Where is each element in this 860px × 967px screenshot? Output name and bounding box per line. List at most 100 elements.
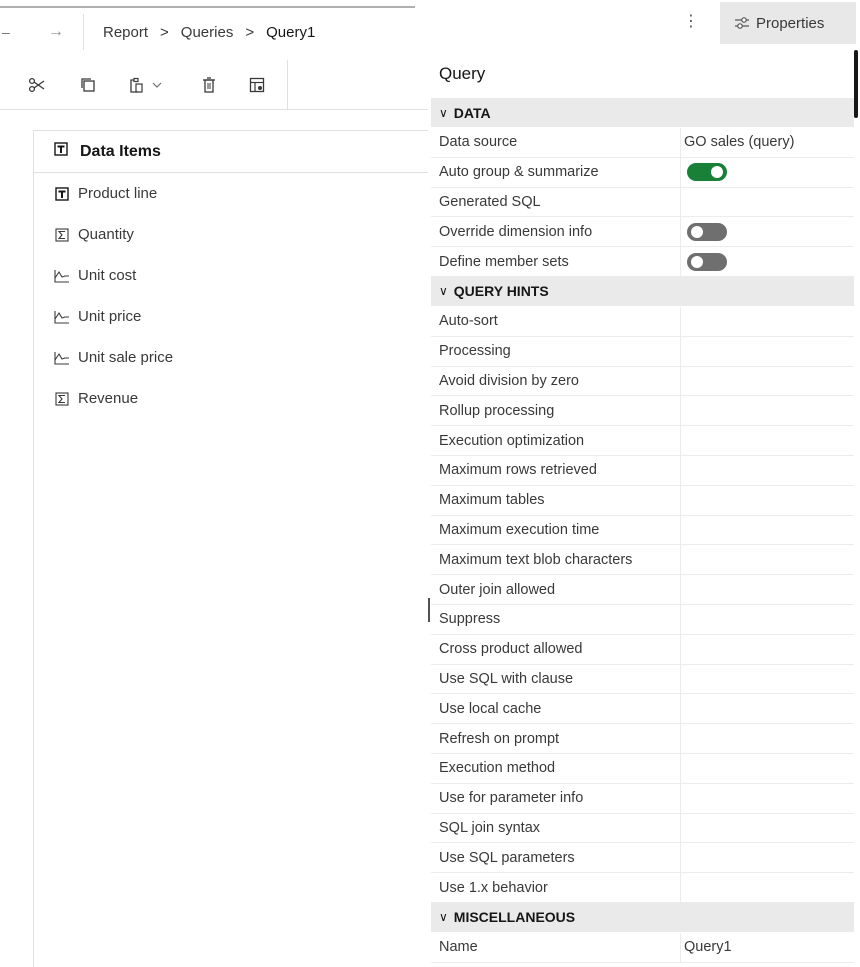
property-value[interactable] (681, 605, 854, 634)
property-value[interactable] (681, 367, 854, 396)
property-row-query-hint[interactable]: Refresh on prompt (431, 724, 854, 754)
property-value[interactable] (681, 486, 854, 515)
toolbar (0, 60, 428, 110)
property-key: Maximum text blob characters (431, 545, 681, 575)
property-row-query-hint[interactable]: SQL join syntax (431, 813, 854, 844)
property-value[interactable] (681, 873, 854, 902)
paste-icon[interactable] (125, 74, 147, 96)
breadcrumb-report[interactable]: Report (103, 24, 148, 41)
data-items-header: Data Items (34, 131, 428, 173)
property-row-query-hint[interactable]: Maximum text blob characters (431, 545, 854, 576)
property-key: Processing (431, 336, 681, 366)
data-item-unit-price[interactable]: Unit price (34, 296, 428, 337)
section-query-hints[interactable]: ∨ QUERY HINTS (431, 276, 854, 307)
property-row-auto-group[interactable]: Auto group & summarize (431, 157, 854, 188)
property-value[interactable] (681, 635, 854, 664)
forward-button[interactable]: → (48, 23, 64, 41)
property-value[interactable] (681, 426, 854, 455)
property-key: Refresh on prompt (431, 724, 681, 753)
overflow-menu-icon[interactable]: ⋮ (683, 14, 699, 36)
property-row-name[interactable]: Name Query1 (431, 932, 854, 963)
property-key: Generated SQL (431, 187, 681, 217)
copy-icon[interactable] (77, 74, 99, 96)
panel-resize-handle[interactable] (428, 598, 430, 622)
auto-group-toggle[interactable] (687, 163, 727, 182)
property-row-query-hint[interactable]: Use SQL parameters (431, 843, 854, 874)
property-row-query-hint[interactable]: Maximum rows retrieved (431, 455, 854, 486)
property-row-query-hint[interactable]: Execution optimization (431, 426, 854, 456)
property-row-query-hint[interactable]: Suppress (431, 604, 854, 635)
property-row-define-member-sets[interactable]: Define member sets (431, 247, 854, 277)
define-member-sets-toggle[interactable] (687, 252, 727, 271)
data-item-unit-cost[interactable]: Unit cost (34, 255, 428, 296)
property-value[interactable] (681, 694, 854, 723)
property-value[interactable] (681, 784, 854, 813)
property-key: SQL join syntax (431, 813, 681, 843)
property-value[interactable] (681, 516, 854, 545)
properties-label: Properties (756, 14, 825, 32)
property-row-query-hint[interactable]: Use local cache (431, 694, 854, 725)
property-value[interactable] (681, 396, 854, 425)
settings-adjust-icon (735, 17, 749, 29)
data-item-quantity[interactable]: Quantity (34, 214, 428, 255)
data-item-label: Product line (78, 185, 158, 202)
property-value[interactable]: GO sales (query) (681, 128, 854, 157)
property-row-generated-sql[interactable]: Generated SQL (431, 187, 854, 218)
data-item-editor-icon[interactable] (246, 74, 268, 96)
property-value[interactable] (681, 814, 854, 843)
property-row-query-hint[interactable]: Processing (431, 336, 854, 367)
property-row-query-hint[interactable]: Maximum execution time (431, 515, 854, 546)
breadcrumb-separator: > (245, 24, 255, 41)
property-row-query-hint[interactable]: Rollup processing (431, 396, 854, 427)
scrollbar-thumb[interactable] (854, 50, 858, 118)
section-miscellaneous[interactable]: ∨ MISCELLANEOUS (431, 902, 854, 933)
property-value[interactable]: Query1 (681, 933, 854, 962)
property-row-query-hint[interactable]: Cross product allowed (431, 634, 854, 665)
property-value[interactable] (681, 665, 854, 694)
property-key: Suppress (431, 604, 681, 634)
property-row-override-dimension[interactable]: Override dimension info (431, 217, 854, 248)
property-key: Execution optimization (431, 426, 681, 455)
property-value[interactable] (681, 188, 854, 217)
property-key: Use for parameter info (431, 783, 681, 813)
section-label: QUERY HINTS (453, 283, 549, 300)
top-bar: – → Report > Queries > Query1 ⋮ Properti… (0, 0, 860, 50)
property-key: Override dimension info (431, 217, 681, 247)
data-item-product-line[interactable]: Product line (34, 173, 428, 214)
property-row-query-hint[interactable]: Use SQL with clause (431, 664, 854, 695)
property-row-query-hint[interactable]: Use for parameter info (431, 783, 854, 814)
section-label: DATA (453, 104, 491, 121)
breadcrumb: Report > Queries > Query1 (103, 24, 315, 41)
back-button[interactable]: – (2, 24, 10, 40)
breadcrumb-separator: > (160, 24, 169, 41)
data-item-label: Revenue (78, 390, 139, 407)
property-row-query-hint[interactable]: Execution method (431, 753, 854, 784)
sum-icon (54, 227, 70, 243)
property-value[interactable] (681, 754, 854, 783)
breadcrumb-queries[interactable]: Queries (181, 24, 234, 41)
property-value[interactable] (681, 724, 854, 753)
properties-button[interactable]: Properties (720, 2, 856, 44)
attribute-icon (54, 142, 68, 161)
property-value[interactable] (681, 575, 854, 604)
property-value[interactable] (681, 843, 854, 872)
property-row-query-hint[interactable]: Auto-sort (431, 306, 854, 337)
property-row-data-source[interactable]: Data source GO sales (query) (431, 128, 854, 158)
property-row-query-hint[interactable]: Outer join allowed (431, 575, 854, 605)
chevron-down-icon[interactable] (146, 74, 168, 96)
cut-icon[interactable] (26, 74, 48, 96)
property-row-query-hint[interactable]: Avoid division by zero (431, 366, 854, 397)
data-item-unit-sale-price[interactable]: Unit sale price (34, 337, 428, 378)
property-row-query-hint[interactable]: Maximum tables (431, 485, 854, 516)
property-value[interactable] (681, 307, 854, 336)
property-value[interactable] (681, 456, 854, 485)
delete-icon[interactable] (198, 74, 220, 96)
property-value[interactable] (681, 545, 854, 574)
chevron-down-icon: ∨ (439, 284, 448, 299)
section-data[interactable]: ∨ DATA (431, 98, 854, 128)
override-dimension-toggle[interactable] (687, 222, 727, 241)
property-key: Execution method (431, 753, 681, 783)
data-item-revenue[interactable]: Revenue (34, 378, 428, 419)
property-value[interactable] (681, 337, 854, 366)
property-row-query-hint[interactable]: Use 1.x behavior (431, 873, 854, 903)
